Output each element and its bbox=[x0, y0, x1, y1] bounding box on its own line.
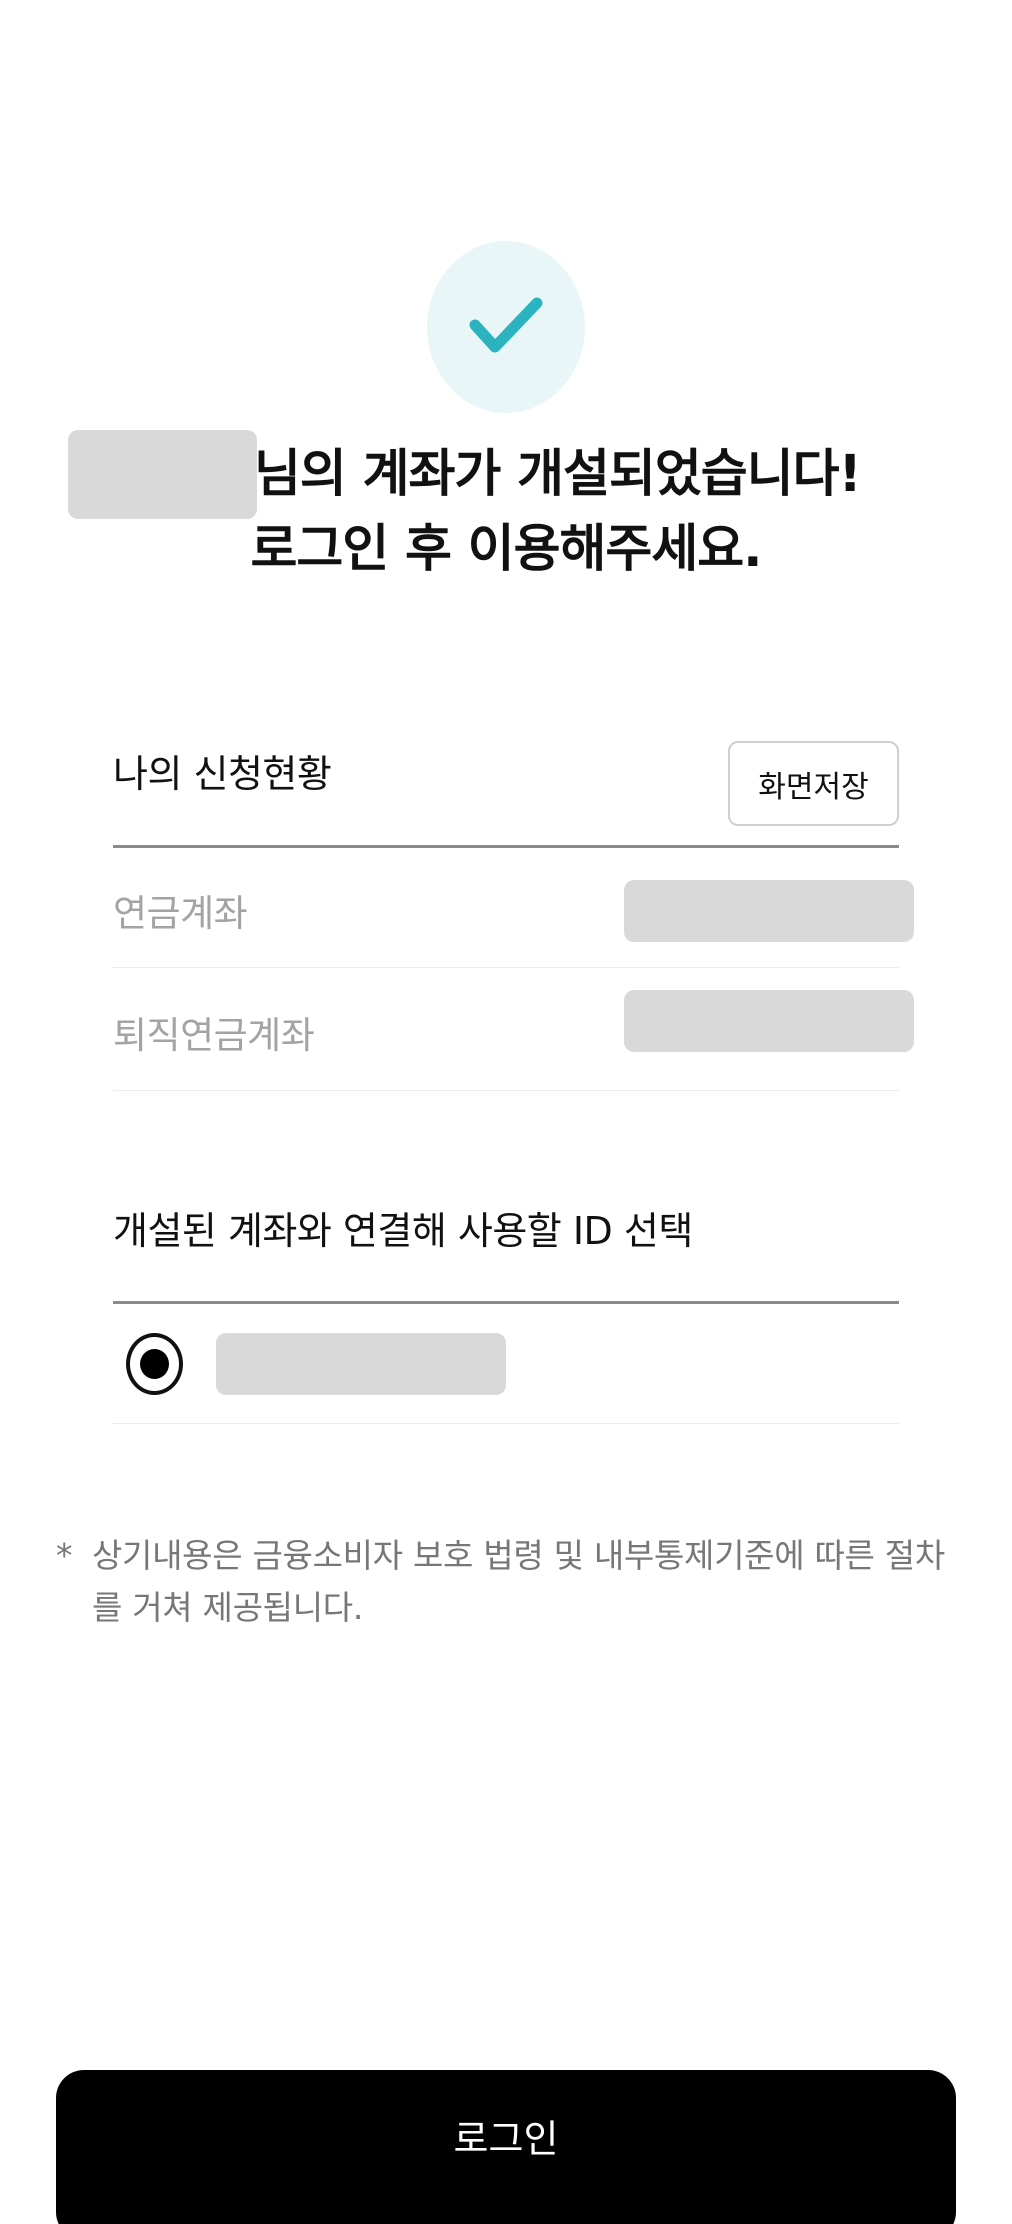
section-divider bbox=[113, 1301, 899, 1304]
headline-line-2: 로그인 후 이용해주세요. bbox=[250, 520, 762, 579]
id-radio-button[interactable] bbox=[126, 1333, 183, 1395]
customer-name-masked bbox=[68, 430, 257, 519]
notice-marker: * bbox=[56, 1536, 73, 1575]
radio-selected-dot bbox=[140, 1349, 169, 1379]
check-icon bbox=[469, 297, 543, 353]
retirement-pension-account-value-masked bbox=[624, 990, 914, 1052]
section-divider bbox=[113, 845, 899, 848]
save-screen-button[interactable]: 화면저장 bbox=[728, 741, 899, 826]
retirement-pension-account-label: 퇴직연금계좌 bbox=[113, 1014, 315, 1057]
pension-account-value-masked bbox=[624, 880, 914, 942]
headline-line-1: 님의 계좌가 개설되었습니다! bbox=[254, 445, 862, 504]
account-opened-page: 님의 계좌가 개설되었습니다! 로그인 후 이용해주세요. 나의 신청현황 화면… bbox=[0, 0, 1012, 2224]
legal-notice: * 상기내용은 금융소비자 보호 법령 및 내부통제기준에 따른 절차를 거쳐 … bbox=[56, 1530, 956, 1634]
row-divider bbox=[113, 1423, 899, 1424]
application-status-title: 나의 신청현황 bbox=[113, 752, 332, 796]
row-divider bbox=[113, 1090, 899, 1091]
pension-account-label: 연금계좌 bbox=[113, 892, 248, 935]
row-divider bbox=[113, 967, 899, 968]
login-button[interactable]: 로그인 bbox=[56, 2070, 956, 2224]
success-badge bbox=[427, 241, 585, 413]
id-select-title: 개설된 계좌와 연결해 사용할 ID 선택 bbox=[113, 1209, 693, 1253]
notice-text: 상기내용은 금융소비자 보호 법령 및 내부통제기준에 따른 절차를 거쳐 제공… bbox=[92, 1536, 945, 1627]
user-id-masked bbox=[216, 1333, 506, 1395]
